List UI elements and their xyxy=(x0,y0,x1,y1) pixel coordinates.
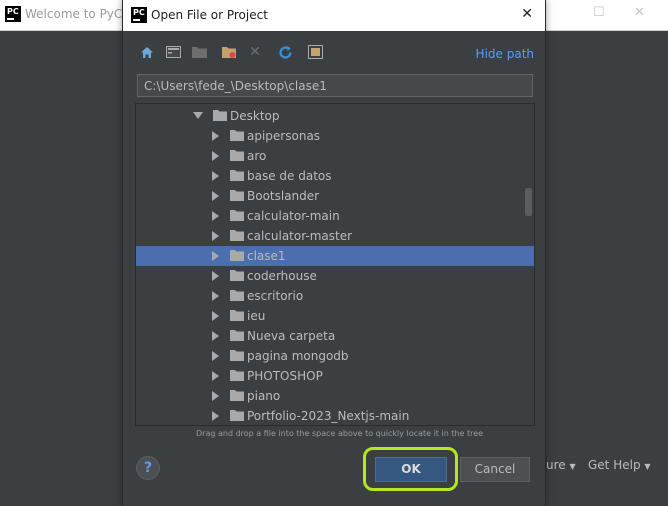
tree-row[interactable]: PHOTOSHOP xyxy=(136,366,534,386)
path-input[interactable]: C:\Users\fede_\Desktop\clase1 xyxy=(137,74,533,97)
show-hidden-icon[interactable] xyxy=(305,42,325,62)
pycharm-logo: PC xyxy=(131,7,147,23)
folder-icon xyxy=(230,130,244,141)
tree-row[interactable]: Bootslander xyxy=(136,186,534,206)
tree-row[interactable]: pagina mongodb xyxy=(136,346,534,366)
expand-arrow-icon[interactable] xyxy=(212,331,219,341)
expand-arrow-icon[interactable] xyxy=(212,411,219,421)
expand-arrow-icon[interactable] xyxy=(212,151,219,161)
tree-label: pagina mongodb xyxy=(247,349,349,363)
folder-icon xyxy=(230,350,244,361)
tree-row[interactable]: base de datos xyxy=(136,166,534,186)
folder-icon xyxy=(230,330,244,341)
dialog-titlebar: PC Open File or Project ✕ xyxy=(123,0,545,31)
maximize-icon[interactable]: ☐ xyxy=(593,5,605,20)
tree-row[interactable]: Portfolio-2023_Nextjs-main xyxy=(136,406,534,425)
home-icon[interactable] xyxy=(137,42,157,62)
tree-label: clase1 xyxy=(247,249,286,263)
expand-arrow-icon[interactable] xyxy=(212,131,219,141)
folder-icon xyxy=(230,190,244,201)
expand-arrow-icon[interactable] xyxy=(212,371,219,381)
expand-arrow-icon[interactable] xyxy=(212,271,219,281)
tree-label: Nueva carpeta xyxy=(247,329,336,343)
tree-label: ieu xyxy=(247,309,266,323)
tree-row[interactable]: ieu xyxy=(136,306,534,326)
open-file-dialog: PC Open File or Project ✕ ✕ Hide path C:… xyxy=(123,0,545,506)
expand-arrow-icon[interactable] xyxy=(212,391,219,401)
expand-arrow-icon[interactable] xyxy=(212,231,219,241)
tree-label: piano xyxy=(247,389,281,403)
tree-label: coderhouse xyxy=(247,269,317,283)
tree-label: Bootslander xyxy=(247,189,320,203)
folder-icon xyxy=(230,250,244,261)
close-icon[interactable]: ✕ xyxy=(521,6,533,22)
expand-arrow-icon[interactable] xyxy=(212,291,219,301)
tree-row[interactable]: apipersonas xyxy=(136,126,534,146)
expand-arrow-icon[interactable] xyxy=(212,351,219,361)
tree-row[interactable]: aro xyxy=(136,146,534,166)
expand-arrow-icon[interactable] xyxy=(212,311,219,321)
get-help-menu[interactable]: Get Help ▼ xyxy=(588,458,651,472)
cancel-button[interactable]: Cancel xyxy=(460,457,530,482)
close-icon[interactable]: ✕ xyxy=(634,5,645,20)
folder-icon xyxy=(230,270,244,281)
tree-label: calculator-master xyxy=(247,229,353,243)
hide-path-link[interactable]: Hide path xyxy=(476,47,534,61)
folder-icon xyxy=(230,150,244,161)
tree-scrollbar[interactable] xyxy=(525,188,532,216)
expand-arrow-icon[interactable] xyxy=(212,171,219,181)
refresh-icon[interactable] xyxy=(275,42,295,62)
folder-icon xyxy=(230,370,244,381)
folder-icon xyxy=(230,290,244,301)
help-button[interactable]: ? xyxy=(137,457,159,479)
folder-icon xyxy=(230,210,244,221)
tree-row[interactable]: calculator-main xyxy=(136,206,534,226)
expand-arrow-icon[interactable] xyxy=(212,251,219,261)
tree-row[interactable]: calculator-master xyxy=(136,226,534,246)
tree-row[interactable]: escritorio xyxy=(136,286,534,306)
tree-label: escritorio xyxy=(247,289,304,303)
folder-icon xyxy=(230,170,244,181)
drag-drop-hint: Drag and drop a file into the space abov… xyxy=(196,429,484,438)
ok-button[interactable]: OK xyxy=(375,457,447,482)
tree-label-desktop: Desktop xyxy=(230,109,280,123)
folder-icon xyxy=(213,110,227,121)
new-folder-icon[interactable] xyxy=(219,42,239,62)
project-folder-icon[interactable] xyxy=(189,42,209,62)
folder-icon xyxy=(230,230,244,241)
tree-label: Portfolio-2023_Nextjs-main xyxy=(247,409,410,423)
dialog-title: Open File or Project xyxy=(151,8,268,22)
tree-row[interactable]: Nueva carpeta xyxy=(136,326,534,346)
expand-arrow-icon[interactable] xyxy=(212,191,219,201)
expand-arrow-icon[interactable] xyxy=(193,112,203,119)
file-tree[interactable]: Desktop apipersonas aro base de datos Boots… xyxy=(135,103,535,426)
expand-arrow-icon[interactable] xyxy=(212,211,219,221)
tree-label: aro xyxy=(247,149,267,163)
tree-row-desktop[interactable]: Desktop xyxy=(136,106,534,126)
background-window-title: Welcome to PyCh xyxy=(25,7,130,21)
folder-icon xyxy=(230,390,244,401)
tree-label: PHOTOSHOP xyxy=(247,369,323,383)
desktop-icon[interactable] xyxy=(163,42,183,62)
pycharm-logo: PC xyxy=(5,6,21,22)
folder-icon xyxy=(230,310,244,321)
tree-label: calculator-main xyxy=(247,209,340,223)
tree-row[interactable]: piano xyxy=(136,386,534,406)
folder-icon xyxy=(230,410,244,421)
tree-label: apipersonas xyxy=(247,129,321,143)
configure-menu[interactable]: ure ▼ xyxy=(546,458,576,472)
delete-icon[interactable]: ✕ xyxy=(245,42,265,62)
tree-label: base de datos xyxy=(247,169,332,183)
tree-row[interactable]: coderhouse xyxy=(136,266,534,286)
tree-row[interactable]: clase1 xyxy=(136,246,534,266)
